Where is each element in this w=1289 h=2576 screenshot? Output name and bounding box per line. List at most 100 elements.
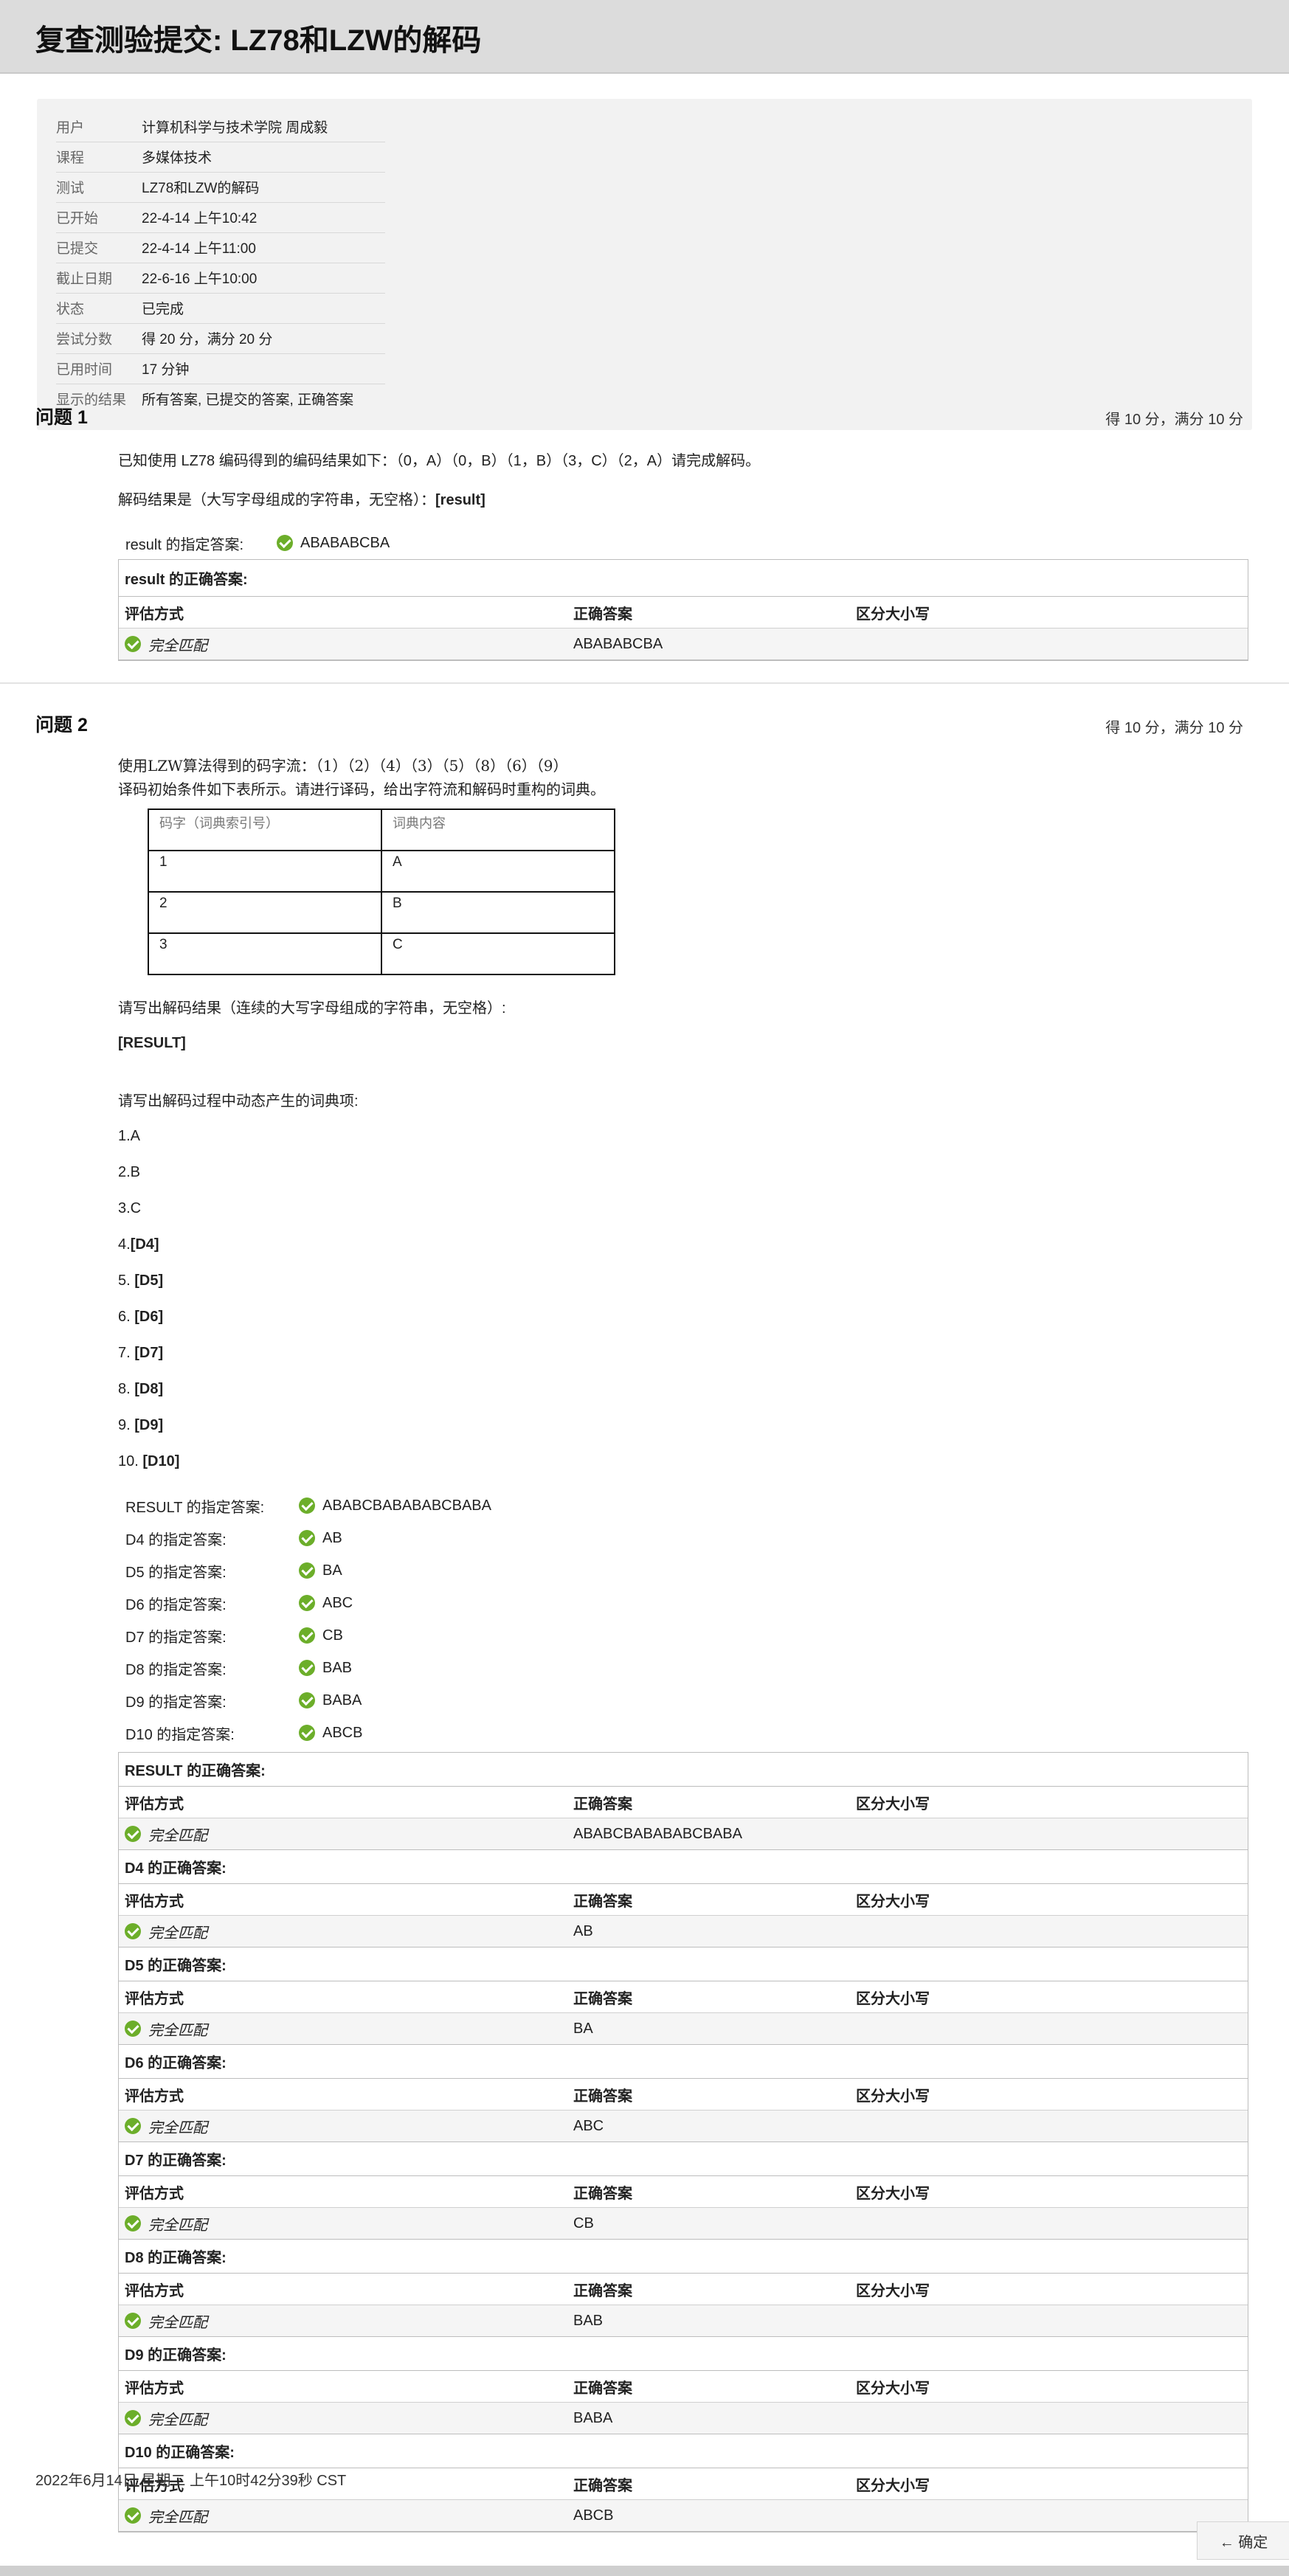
correct-value: CB	[573, 2215, 594, 2232]
summary-row: 已用时间 17 分钟	[56, 353, 385, 384]
question-1: 问题 1 得 10 分，满分 10 分 已知使用 LZ78 编码得到的编码结果如…	[0, 391, 1289, 686]
correct-check-icon	[299, 1660, 315, 1676]
given-answer-label: D10 的指定答案:	[125, 1726, 235, 1743]
summary-value: 多媒体技术	[142, 142, 385, 173]
given-answer-value: ABABCBABABABCBABA	[322, 1497, 491, 1514]
summary-value: 得 20 分，满分 20 分	[142, 323, 385, 354]
col-method: 评估方式	[125, 2185, 184, 2202]
col-correct: 正确答案	[573, 606, 632, 623]
question-1-blank-tag: [result]	[435, 492, 485, 508]
correct-check-icon	[299, 1692, 315, 1708]
correct-answer-columns: 评估方式 正确答案 区分大小写	[119, 1981, 1248, 2013]
summary-row: 状态 已完成	[56, 293, 385, 324]
summary-value: 22-4-14 上午10:42	[142, 202, 385, 233]
correct-check-icon	[125, 1826, 141, 1842]
question-divider	[0, 682, 1289, 684]
match-label: 完全匹配	[148, 637, 207, 654]
summary-key: 尝试分数	[56, 323, 142, 354]
col-case: 区分大小写	[856, 1796, 930, 1812]
entry-number: 9.	[118, 1417, 135, 1433]
match-label: 完全匹配	[148, 2022, 207, 2039]
col-correct: 正确答案	[573, 1796, 632, 1812]
summary-value: 计算机科学与技术学院 周成毅	[142, 112, 385, 142]
attempt-summary: 用户 计算机科学与技术学院 周成毅 课程 多媒体技术 测试 LZ78和LZW的解码 已开始 2…	[37, 99, 1252, 430]
correct-answer-header: D5 的正确答案:	[119, 1947, 1248, 1981]
entry-number: 7.	[118, 1345, 135, 1361]
question-2-score: 得 10 分，满分 10 分	[1105, 720, 1243, 736]
col-method: 评估方式	[125, 1990, 184, 2007]
summary-row: 用户 计算机科学与技术学院 周成毅	[56, 112, 385, 142]
summary-row: 截止日期 22-6-16 上午10:00	[56, 263, 385, 294]
dictionary-entry: 10. [D10]	[118, 1453, 1248, 1470]
dict-index: 2	[148, 891, 382, 934]
footer-timestamp: 2022年6月14日 星期二 上午10时42分39秒 CST	[35, 2473, 347, 2489]
col-method: 评估方式	[125, 2282, 184, 2299]
summary-row: 测试 LZ78和LZW的解码	[56, 172, 385, 203]
match-label: 完全匹配	[148, 2217, 207, 2234]
correct-answer-row: 完全匹配 ABABABCBA	[119, 629, 1248, 660]
summary-key: 用户	[56, 112, 142, 142]
col-case: 区分大小写	[856, 2185, 930, 2202]
summary-key: 测试	[56, 172, 142, 203]
dict-header-content: 词典内容	[381, 809, 615, 851]
correct-check-icon	[125, 2313, 141, 2329]
dictionary-entry: 3.C	[118, 1200, 1248, 1217]
correct-answer-row: 完全匹配 AB	[119, 1916, 1248, 1947]
correct-answer-header: D7 的正确答案:	[119, 2142, 1248, 2176]
col-case: 区分大小写	[856, 1990, 930, 2007]
col-method: 评估方式	[125, 606, 184, 623]
summary-key: 已提交	[56, 232, 142, 263]
correct-check-icon	[125, 2215, 141, 2232]
given-answer-row: D9 的指定答案: BABA	[118, 1684, 1248, 1717]
match-cell: 完全匹配	[119, 1824, 573, 1845]
col-correct: 正确答案	[573, 2185, 632, 2202]
col-case: 区分大小写	[856, 2477, 930, 2494]
question-2: 问题 2 得 10 分，满分 10 分 使用LZW算法得到的码字流：（1）（2）…	[0, 707, 1289, 2532]
correct-value: ABCB	[573, 2507, 614, 2524]
correct-answer-header: D6 的正确答案:	[119, 2045, 1248, 2079]
dictionary-entry: 4.[D4]	[118, 1236, 1248, 1253]
ok-button[interactable]: ← 确定	[1197, 2521, 1289, 2560]
correct-check-icon	[299, 1530, 315, 1546]
summary-value: LZ78和LZW的解码	[142, 172, 385, 203]
given-answer-value: BA	[322, 1562, 342, 1579]
summary-row: 尝试分数得 20 分，满分 20 分	[56, 323, 385, 354]
match-label: 完全匹配	[148, 2411, 207, 2428]
correct-check-icon	[125, 2118, 141, 2134]
entry-blank-tag: [D6]	[134, 1309, 164, 1325]
match-cell: 完全匹配	[119, 2116, 573, 2137]
correct-answer-header: RESULT 的正确答案:	[119, 1753, 1248, 1787]
correct-check-icon	[299, 1498, 315, 1514]
correct-answer-columns: 评估方式 正确答案 区分大小写	[119, 1884, 1248, 1916]
correct-check-icon	[125, 636, 141, 652]
entry-blank-tag: [D9]	[134, 1417, 164, 1433]
match-cell: 完全匹配	[119, 634, 573, 655]
given-answer-value: AB	[322, 1529, 342, 1546]
correct-answer-row: 完全匹配 ABABCBABABABCBABA	[119, 1818, 1248, 1850]
match-cell: 完全匹配	[119, 2408, 573, 2429]
correct-answer-header: D9 的正确答案:	[119, 2337, 1248, 2371]
match-cell: 完全匹配	[119, 2505, 573, 2527]
col-method: 评估方式	[125, 2380, 184, 2397]
question-2-title: 问题 2	[35, 715, 88, 735]
col-method: 评估方式	[125, 1796, 184, 1812]
question-2-ask-dict: 请写出解码过程中动态产生的词典项:	[118, 1093, 359, 1109]
col-case: 区分大小写	[856, 2380, 930, 2397]
correct-answer-columns: 评估方式 正确答案 区分大小写	[119, 1787, 1248, 1818]
bottom-bar	[0, 2566, 1289, 2576]
col-correct: 正确答案	[573, 1990, 632, 2007]
col-correct: 正确答案	[573, 2088, 632, 2105]
dictionary-entries-list: 1.A 2.B 3.C 4.[D4] 5. [D5] 6. [D6] 7. [D7] 8. […	[118, 1128, 1248, 1470]
summary-value: 22-4-14 上午11:00	[142, 232, 385, 263]
entry-number: 2.B	[118, 1164, 141, 1180]
match-label: 完全匹配	[148, 1827, 207, 1844]
given-answer-row: D7 的指定答案: CB	[118, 1619, 1248, 1652]
dict-index: 3	[148, 932, 382, 975]
entry-blank-tag: [D8]	[134, 1381, 164, 1397]
page-header: 复查测验提交: LZ78和LZW的解码	[0, 0, 1289, 74]
given-answer-label: D8 的指定答案:	[125, 1661, 227, 1678]
dictionary-entry: 5. [D5]	[118, 1273, 1248, 1289]
given-answer-label: D5 的指定答案:	[125, 1564, 227, 1581]
entry-number: 1.A	[118, 1128, 141, 1144]
summary-value: 已完成	[142, 293, 385, 324]
